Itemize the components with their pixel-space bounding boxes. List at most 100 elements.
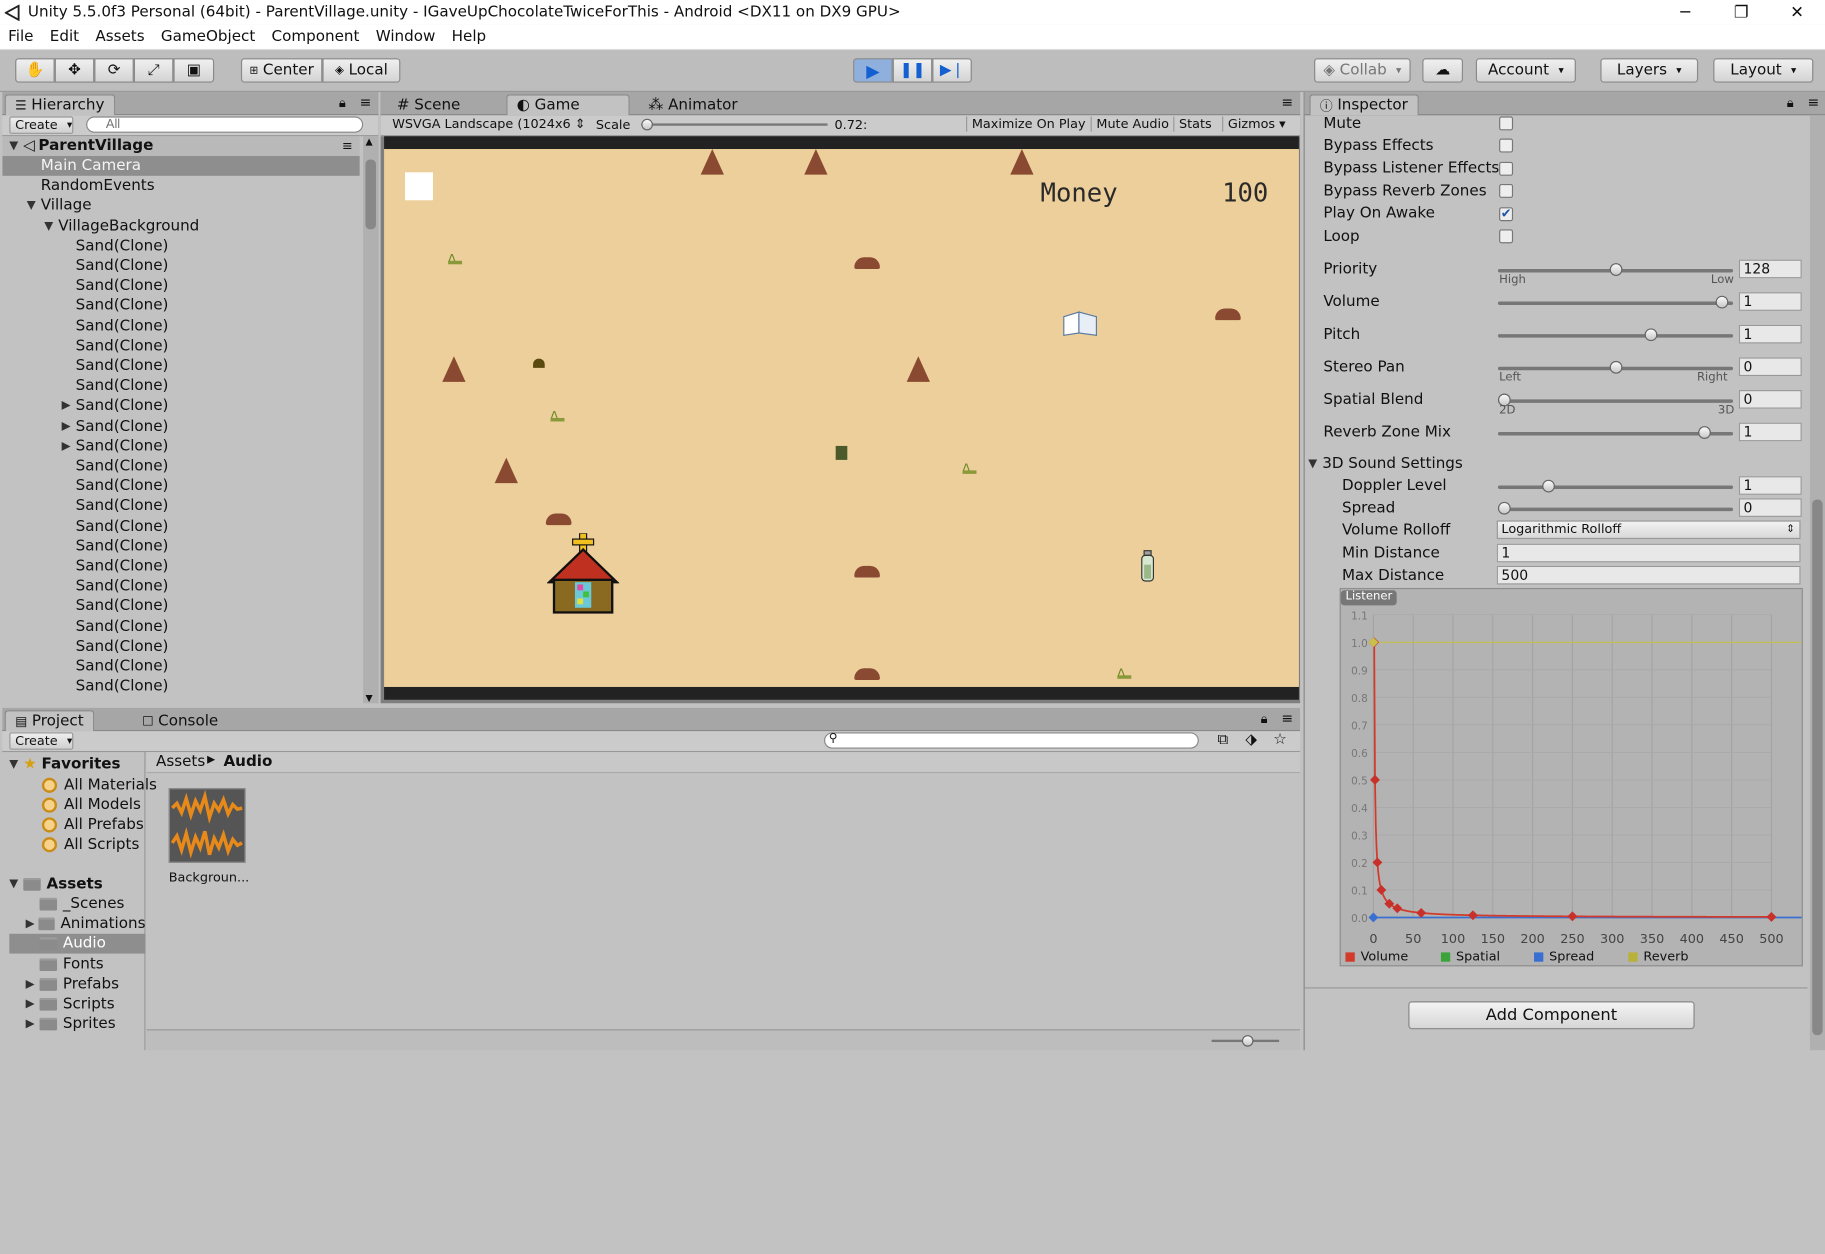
- slider-value-field[interactable]: 1: [1738, 292, 1802, 311]
- breadcrumb-audio[interactable]: Audio: [223, 753, 272, 770]
- spread-key[interactable]: [1368, 912, 1379, 923]
- thumbnail-size-knob[interactable]: [1241, 1035, 1254, 1047]
- asset-folder-row[interactable]: ▶ Prefabs: [9, 974, 145, 994]
- slider-knob[interactable]: [1609, 263, 1622, 276]
- favorite-item[interactable]: All Scripts: [41, 835, 139, 855]
- tab-animator[interactable]: ⁂ Animator: [639, 94, 747, 115]
- tab-scene[interactable]: # Scene: [388, 94, 470, 115]
- asset-folder-row[interactable]: ▶ Scripts: [9, 994, 145, 1014]
- audio-file-label[interactable]: Backgroun...: [169, 870, 249, 885]
- slider-value-field[interactable]: 1: [1738, 324, 1802, 344]
- tab-hierarchy[interactable]: ☰ Hierarchy: [4, 94, 115, 116]
- curve-key[interactable]: [1416, 907, 1427, 918]
- spread-slider-knob[interactable]: [1497, 501, 1511, 515]
- max-distance-field[interactable]: 500: [1496, 565, 1801, 585]
- slider-value-field[interactable]: 128: [1738, 259, 1802, 279]
- sound3d-header[interactable]: ▼ 3D Sound Settings: [1308, 453, 1463, 474]
- hierarchy-row[interactable]: Sand(Clone): [2, 496, 359, 516]
- hierarchy-row[interactable]: Sand(Clone): [2, 276, 359, 296]
- scale-tool-icon[interactable]: ⤢: [133, 58, 174, 83]
- menu-file[interactable]: File: [0, 28, 42, 45]
- curve-key[interactable]: [1392, 903, 1403, 914]
- step-button[interactable]: ▶❘: [932, 58, 972, 83]
- scrollbar-thumb[interactable]: [365, 159, 376, 230]
- slider-value-field[interactable]: 0: [1738, 390, 1802, 409]
- assets-row[interactable]: ▼ Assets: [9, 874, 102, 894]
- menu-edit[interactable]: Edit: [42, 28, 88, 45]
- filter-type-icon[interactable]: ⧉: [1217, 731, 1228, 748]
- layout-dropdown[interactable]: Layout: [1713, 58, 1814, 83]
- scrollbar-thumb[interactable]: [1812, 499, 1823, 1036]
- checkbox[interactable]: [1499, 184, 1514, 199]
- layers-dropdown[interactable]: Layers: [1600, 58, 1699, 83]
- account-dropdown[interactable]: Account: [1475, 58, 1576, 83]
- hierarchy-row[interactable]: Sand(Clone): [2, 456, 359, 476]
- gizmos-dropdown[interactable]: Gizmos ▾: [1222, 116, 1290, 132]
- hierarchy-row[interactable]: ▼ Village: [2, 196, 359, 216]
- menu-component[interactable]: Component: [263, 28, 367, 45]
- curve-key[interactable]: [1467, 910, 1478, 921]
- chevron-right-icon[interactable]: ▶: [62, 400, 76, 413]
- favorite-item[interactable]: All Prefabs: [41, 815, 144, 835]
- volume-rolloff-dropdown[interactable]: Logarithmic Rolloff ⇕: [1496, 520, 1801, 540]
- project-create-button[interactable]: Create: [9, 732, 74, 750]
- hierarchy-row[interactable]: Sand(Clone): [2, 336, 359, 356]
- hierarchy-row[interactable]: Sand(Clone): [2, 376, 359, 396]
- hierarchy-row[interactable]: Sand(Clone): [2, 577, 359, 597]
- hierarchy-row[interactable]: ▼ VillageBackground: [2, 216, 359, 236]
- minimize-icon[interactable]: ─: [1657, 0, 1713, 24]
- favorite-item[interactable]: All Models: [41, 795, 141, 815]
- hierarchy-row[interactable]: ▶ Sand(Clone): [2, 396, 359, 416]
- lock-icon[interactable]: 🔒︎: [1261, 711, 1268, 727]
- slider-track[interactable]: [1497, 360, 1734, 374]
- favorites-star-icon[interactable]: ☆: [1273, 731, 1287, 748]
- rect-tool-icon[interactable]: ▣: [173, 58, 215, 83]
- checkbox[interactable]: ✔: [1499, 207, 1514, 221]
- rolloff-curve-chart[interactable]: 0 50 100 150 200 250 300 350 400 450 500 1.1 1.0 0.9 0…: [1341, 605, 1802, 966]
- lock-icon[interactable]: 🔒︎: [339, 95, 346, 111]
- hierarchy-row[interactable]: Sand(Clone): [2, 296, 359, 316]
- audio-file-thumbnail[interactable]: [168, 788, 246, 863]
- chevron-right-icon[interactable]: ▶: [62, 440, 76, 453]
- stats-button[interactable]: Stats: [1173, 116, 1216, 132]
- panel-menu-icon[interactable]: ≡: [1807, 94, 1819, 110]
- slider-knob[interactable]: [1698, 426, 1711, 439]
- add-component-button[interactable]: Add Component: [1408, 1001, 1695, 1030]
- menu-gameobject[interactable]: GameObject: [153, 28, 264, 45]
- slider-track[interactable]: [1497, 295, 1734, 309]
- checkbox[interactable]: [1499, 161, 1514, 176]
- spread-field[interactable]: 0: [1738, 498, 1802, 517]
- pause-button[interactable]: ❚❚: [892, 58, 933, 83]
- asset-folder-row[interactable]: ▶ Animations: [9, 914, 146, 934]
- scroll-down-icon[interactable]: ▼: [365, 693, 372, 703]
- slider-knob[interactable]: [1644, 328, 1658, 342]
- hierarchy-row[interactable]: Sand(Clone): [2, 356, 359, 376]
- hierarchy-row[interactable]: Sand(Clone): [2, 677, 359, 697]
- asset-folder-row[interactable]: _Scenes: [9, 894, 145, 914]
- chevron-down-icon[interactable]: ▼: [9, 140, 23, 153]
- lock-icon[interactable]: 🔒︎: [1787, 95, 1794, 111]
- checkbox[interactable]: [1499, 139, 1514, 153]
- play-button[interactable]: ▶: [853, 58, 893, 83]
- chevron-down-icon[interactable]: ▼: [44, 220, 58, 233]
- hierarchy-row[interactable]: Sand(Clone): [2, 236, 359, 256]
- chevron-down-icon[interactable]: ▼: [9, 758, 23, 771]
- game-viewport[interactable]: Money 100 ᴧ ᴧ ᴧ ᴧ: [384, 149, 1299, 687]
- chevron-right-icon[interactable]: ▶: [26, 978, 40, 991]
- resolution-dropdown[interactable]: WSVGA Landscape (1024x6 ⇕: [392, 116, 585, 131]
- hierarchy-row[interactable]: Sand(Clone): [2, 657, 359, 677]
- hierarchy-row[interactable]: Sand(Clone): [2, 256, 359, 276]
- hierarchy-row[interactable]: RandomEvents: [2, 176, 359, 196]
- breadcrumb-assets[interactable]: Assets: [156, 753, 205, 770]
- rotate-tool-icon[interactable]: ⟳: [94, 58, 134, 83]
- favorite-item[interactable]: All Materials: [41, 775, 157, 795]
- chevron-down-icon[interactable]: ▼: [27, 200, 41, 213]
- hand-tool-icon[interactable]: ✋: [15, 58, 55, 83]
- pivot-center-button[interactable]: ⊞ Center: [240, 58, 323, 83]
- tab-console[interactable]: ☐ Console: [133, 710, 228, 731]
- panel-menu-icon[interactable]: ≡: [1281, 710, 1293, 726]
- scene-menu-icon[interactable]: ≡: [342, 139, 353, 154]
- hierarchy-row[interactable]: Sand(Clone): [2, 557, 359, 577]
- inspector-scrollbar[interactable]: [1809, 115, 1825, 1051]
- curve-key[interactable]: [1376, 885, 1387, 895]
